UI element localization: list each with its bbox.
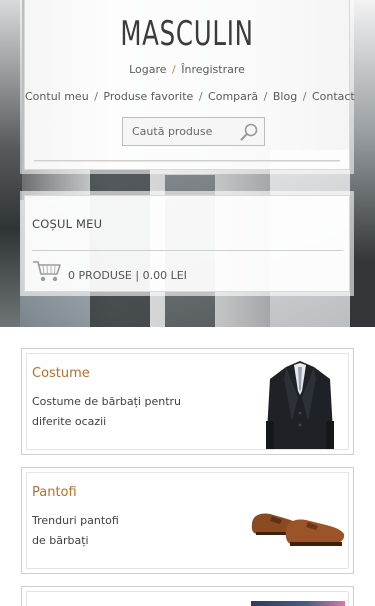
nav-separator: / [198, 90, 203, 103]
cart-panel[interactable]: COȘUL MEU 0 PRODUSE | 0.00 LEI [24, 195, 350, 292]
login-link[interactable]: Logare [129, 63, 166, 76]
nav-link-wishlist[interactable]: Produse favorite [103, 90, 193, 103]
cart-divider [32, 250, 343, 251]
auth-separator: / [172, 63, 176, 76]
category-description: Costume de bărbați pentru diferite ocazi… [32, 395, 182, 428]
cart-title: COȘUL MEU [32, 217, 103, 231]
nav-link-compare[interactable]: Compară [208, 90, 258, 103]
nav-link-blog[interactable]: Blog [273, 90, 297, 103]
cart-icon[interactable] [32, 259, 62, 283]
nav-separator: / [263, 90, 268, 103]
nav-separator: / [302, 90, 307, 103]
category-description: Trenduri pantofi de bărbați [32, 514, 119, 547]
hero-photo-right [350, 0, 375, 327]
nav-link-account[interactable]: Contul meu [25, 90, 89, 103]
top-nav: Contul meu / Produse favorite / Compară … [25, 90, 355, 103]
header-panel: MASCULIN Logare / Înregistrare Contul me… [24, 0, 355, 170]
auth-links: Logare / Înregistrare [25, 63, 349, 76]
suit-image[interactable] [264, 361, 336, 451]
cart-summary[interactable]: 0 PRODUSE | 0.00 LEI [68, 269, 187, 282]
category-title[interactable]: Costume [32, 366, 90, 381]
site-logo[interactable]: MASCULIN [70, 14, 303, 54]
search-icon[interactable] [239, 122, 259, 142]
category-card-pantofi[interactable]: Pantofi Trenduri pantofi de bărbați [21, 467, 354, 574]
category-card[interactable] [21, 586, 354, 606]
hero-photo-left [0, 0, 22, 327]
nav-separator: / [94, 90, 98, 103]
category-title[interactable]: Pantofi [32, 485, 77, 500]
search-input[interactable] [123, 118, 235, 145]
category-card-costume[interactable]: Costume Costume de bărbați pentru diferi… [21, 348, 354, 455]
header-divider [34, 160, 340, 162]
search-box [122, 117, 265, 146]
shoes-image[interactable] [250, 506, 346, 550]
nav-link-contact[interactable]: Contact [312, 90, 355, 103]
category-image[interactable] [251, 601, 345, 606]
register-link[interactable]: Înregistrare [181, 63, 245, 76]
